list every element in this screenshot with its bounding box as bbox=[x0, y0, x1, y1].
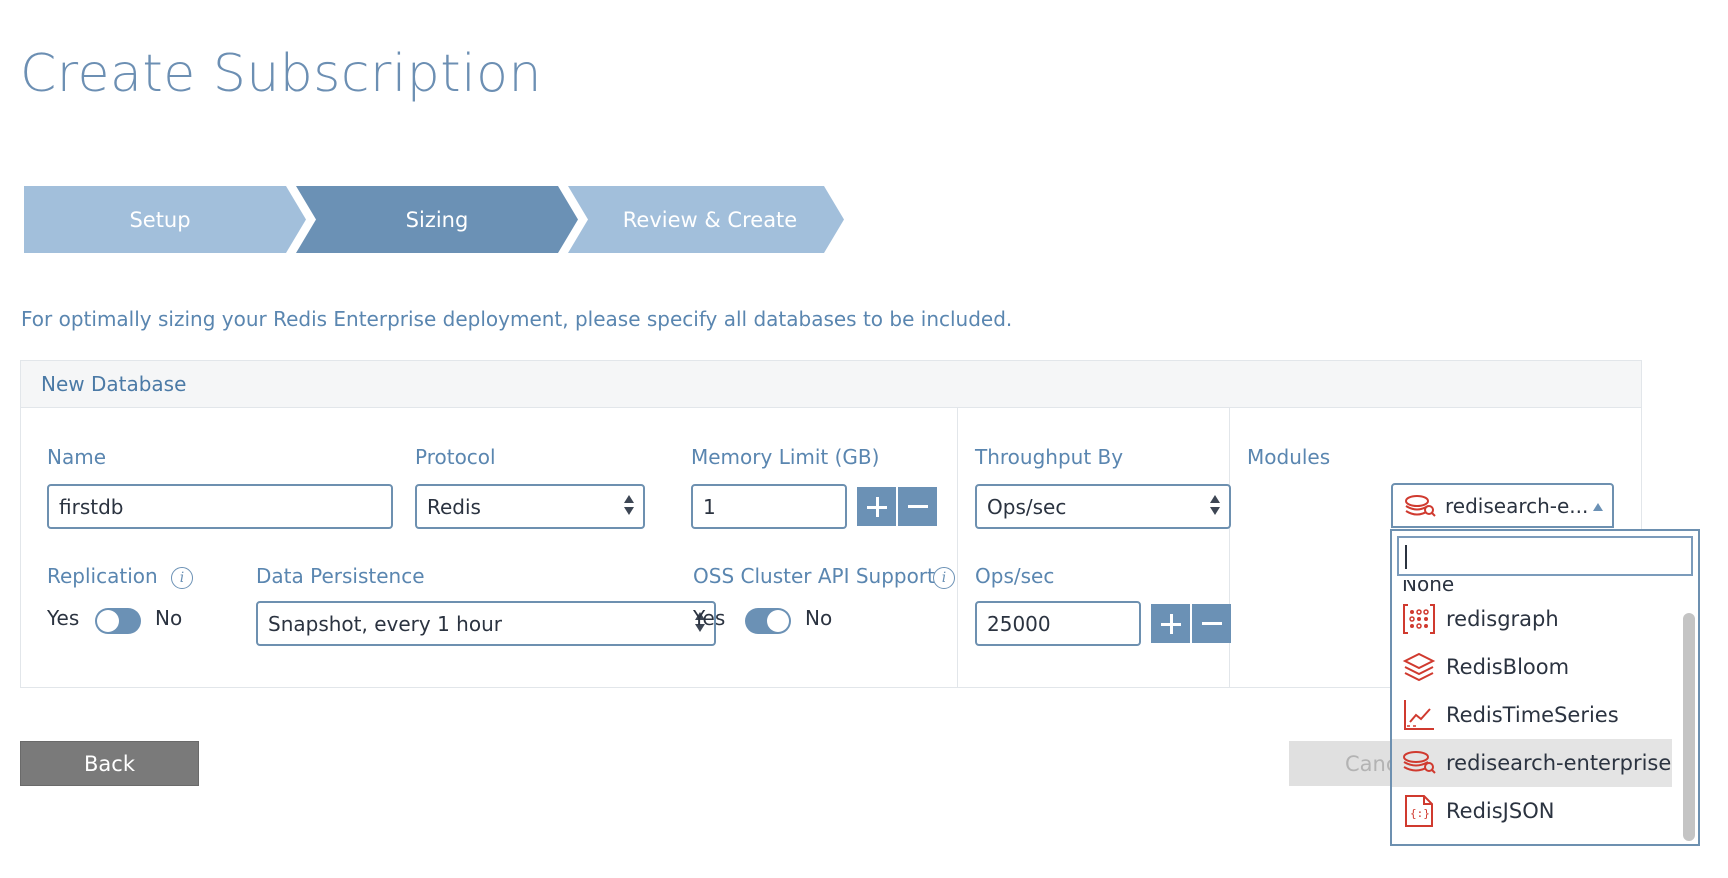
redisgraph-icon bbox=[1403, 604, 1435, 634]
step-setup[interactable]: Setup bbox=[24, 186, 306, 253]
progress-stepper: Setup Sizing Review & Create bbox=[24, 186, 844, 253]
svg-text:{:}: {:} bbox=[1410, 807, 1430, 820]
intro-text: For optimally sizing your Redis Enterpri… bbox=[21, 307, 1013, 331]
dropdown-item-none[interactable]: None bbox=[1402, 580, 1454, 594]
data-persistence-value: Snapshot, every 1 hour bbox=[268, 611, 502, 636]
dropdown-item-redisearch-enterprise[interactable]: redisearch-enterprise bbox=[1392, 739, 1672, 787]
protocol-label: Protocol bbox=[415, 445, 496, 469]
oss-cluster-yes-label: Yes bbox=[693, 606, 726, 630]
oss-cluster-label: OSS Cluster API Support bbox=[693, 564, 935, 588]
select-arrows-icon bbox=[1209, 494, 1221, 518]
toggle-knob bbox=[767, 610, 789, 632]
ops-decrement-button[interactable] bbox=[1192, 604, 1231, 643]
ops-sec-label: Ops/sec bbox=[975, 564, 1055, 588]
dropdown-item-label: RedisJSON bbox=[1446, 799, 1555, 823]
dropdown-item-label: RedisTimeSeries bbox=[1446, 703, 1619, 727]
column-divider bbox=[957, 408, 958, 687]
panel-title: New Database bbox=[41, 372, 187, 396]
memory-limit-value: 1 bbox=[703, 494, 716, 519]
dropdown-item-label: redisgraph bbox=[1446, 607, 1559, 631]
toggle-knob bbox=[97, 610, 119, 632]
ops-sec-input[interactable]: 25000 bbox=[975, 601, 1141, 646]
redisjson-icon: {:} bbox=[1405, 795, 1433, 827]
oss-cluster-toggle[interactable] bbox=[745, 608, 791, 634]
step-review-create[interactable]: Review & Create bbox=[568, 186, 844, 253]
select-arrows-icon bbox=[623, 494, 635, 518]
oss-cluster-no-label: No bbox=[805, 606, 833, 630]
modules-select[interactable]: redisearch-e... bbox=[1391, 483, 1614, 528]
replication-yes-label: Yes bbox=[47, 606, 80, 630]
redisbloom-icon bbox=[1402, 652, 1436, 682]
replication-no-label: No bbox=[155, 606, 183, 630]
step-sizing[interactable]: Sizing bbox=[296, 186, 578, 253]
ops-increment-button[interactable] bbox=[1151, 604, 1190, 643]
dropdown-item-label: RedisBloom bbox=[1446, 655, 1570, 679]
dropdown-item-redisbloom[interactable]: RedisBloom bbox=[1392, 643, 1672, 691]
minus-icon bbox=[1201, 622, 1222, 625]
plus-icon bbox=[866, 496, 887, 517]
step-setup-label: Setup bbox=[129, 207, 191, 232]
modules-label: Modules bbox=[1247, 445, 1331, 469]
name-label: Name bbox=[47, 445, 107, 469]
modules-search-input[interactable] bbox=[1397, 536, 1693, 576]
throughput-by-label: Throughput By bbox=[975, 445, 1124, 469]
modules-value: redisearch-e... bbox=[1445, 493, 1589, 518]
text-cursor bbox=[1405, 545, 1407, 569]
dropdown-item-redistimeseries[interactable]: RedisTimeSeries bbox=[1392, 691, 1672, 739]
caret-up-icon bbox=[1593, 503, 1603, 511]
name-input[interactable]: firstdb bbox=[47, 484, 393, 529]
memory-increment-button[interactable] bbox=[857, 487, 896, 526]
oss-cluster-info-icon[interactable]: i bbox=[933, 567, 955, 589]
memory-limit-input[interactable]: 1 bbox=[691, 484, 847, 529]
data-persistence-select[interactable]: Snapshot, every 1 hour bbox=[256, 601, 716, 646]
modules-dropdown: None redisgraph RedisBloom RedisTimeSeri… bbox=[1390, 529, 1700, 846]
step-sizing-label: Sizing bbox=[405, 207, 469, 232]
throughput-by-select[interactable]: Ops/sec bbox=[975, 484, 1231, 529]
redisearch-icon bbox=[1405, 494, 1436, 517]
dropdown-item-redisjson[interactable]: {:} RedisJSON bbox=[1392, 787, 1672, 835]
dropdown-scrollbar[interactable] bbox=[1683, 613, 1695, 841]
protocol-value: Redis bbox=[427, 494, 481, 519]
back-button[interactable]: Back bbox=[20, 741, 199, 786]
replication-label: Replication bbox=[47, 564, 158, 588]
replication-toggle[interactable] bbox=[95, 608, 141, 634]
redistimeseries-icon bbox=[1404, 700, 1434, 730]
data-persistence-label: Data Persistence bbox=[256, 564, 425, 588]
page-title: Create Subscription bbox=[20, 44, 542, 104]
protocol-select[interactable]: Redis bbox=[415, 484, 645, 529]
step-review-label: Review & Create bbox=[622, 207, 798, 232]
name-value: firstdb bbox=[59, 494, 124, 519]
back-button-label: Back bbox=[84, 751, 135, 776]
ops-sec-value: 25000 bbox=[987, 611, 1051, 636]
dropdown-item-redisgraph[interactable]: redisgraph bbox=[1392, 595, 1672, 643]
panel-header: New Database bbox=[21, 361, 1641, 408]
dropdown-item-label: redisearch-enterprise bbox=[1446, 751, 1672, 775]
redisearch-icon bbox=[1403, 751, 1436, 774]
memory-decrement-button[interactable] bbox=[898, 487, 937, 526]
replication-info-icon[interactable]: i bbox=[171, 567, 193, 589]
plus-icon bbox=[1160, 613, 1181, 634]
throughput-by-value: Ops/sec bbox=[987, 494, 1067, 519]
minus-icon bbox=[907, 505, 928, 508]
column-divider bbox=[1229, 408, 1230, 687]
memory-limit-label: Memory Limit (GB) bbox=[691, 445, 880, 469]
